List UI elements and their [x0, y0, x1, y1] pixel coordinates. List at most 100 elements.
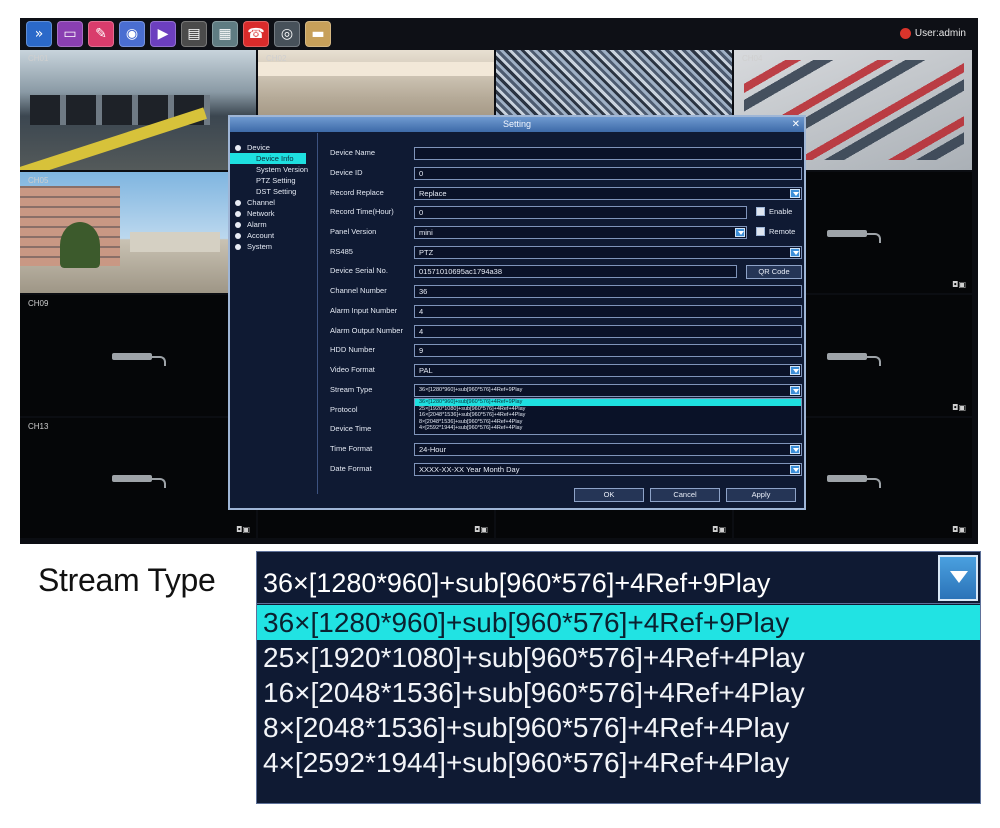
chevron-down-icon[interactable] — [790, 189, 800, 198]
channel-label: CH13 — [28, 422, 49, 431]
device-id-field[interactable]: 0 — [414, 167, 802, 180]
close-icon[interactable]: ✕ — [792, 117, 800, 132]
camera-cell[interactable]: ◘▣CH09 — [20, 295, 256, 416]
stream-type-callout-option[interactable]: 36×[1280*960]+sub[960*576]+4Ref+9Play — [257, 605, 980, 640]
video-format-select[interactable]: PAL — [414, 364, 802, 377]
stream-type-callout-options: 36×[1280*960]+sub[960*576]+4Ref+9Play 25×… — [257, 605, 980, 780]
record-status-icon: ◘▣ — [952, 403, 966, 412]
camera-icon[interactable]: ◎ — [274, 21, 300, 47]
record-status-icon: ◘▣ — [474, 525, 488, 534]
camera-cell[interactable]: CH05 — [20, 172, 256, 293]
ok-button[interactable]: OK — [574, 488, 644, 502]
time-format-select[interactable]: 24-Hour — [414, 443, 802, 456]
user-indicator[interactable]: User:admin — [899, 28, 966, 39]
setting-dialog: Setting ✕ Device Device Info System Versio… — [228, 115, 806, 510]
alarm-input-field[interactable]: 4 — [414, 305, 802, 318]
chevron-down-icon[interactable] — [790, 445, 800, 454]
tree-item[interactable]: DST Setting — [230, 186, 317, 197]
cancel-button[interactable]: Cancel — [650, 488, 720, 502]
record-time-field[interactable]: 0 — [414, 206, 747, 219]
device-id-label: Device ID — [330, 168, 363, 177]
row-device-id: Device ID 0 — [330, 167, 804, 181]
enable-checkbox[interactable]: Enable — [756, 207, 792, 216]
channel-number-field[interactable]: 36 — [414, 285, 802, 298]
tree-item[interactable]: Alarm — [230, 219, 317, 230]
screenshot-root: » ▭ ✎ ◉ ▶ ▤ ▦ ☎ ◎ ▬ User:admin CH01 CH02 CH04 CH05 ◘▣… — [0, 0, 1000, 828]
camera-cell[interactable]: ◘▣ CH13 — [20, 418, 256, 538]
chevron-down-icon[interactable] — [938, 555, 978, 601]
record-status-icon: ◘▣ — [236, 525, 250, 534]
tree-item[interactable]: System Version — [230, 164, 317, 175]
row-protocol: Protocol — [330, 404, 804, 418]
date-format-label: Date Format — [330, 464, 372, 473]
play-icon[interactable]: ▶ — [150, 21, 176, 47]
no-video-icon — [827, 471, 881, 488]
row-serial: Device Serial No. 01571010695ac1794a38 Q… — [330, 265, 804, 279]
disk-icon[interactable]: ◉ — [119, 21, 145, 47]
tree-item[interactable]: System — [230, 241, 317, 252]
row-date-format: Date Format XXXX-XX-XX Year Month Day — [330, 463, 804, 477]
stream-type-callout-option[interactable]: 25×[1920*1080]+sub[960*576]+4Ref+4Play — [257, 640, 980, 675]
chevron-down-icon[interactable] — [790, 386, 800, 395]
remote-label: Remote — [769, 227, 796, 236]
tree-item[interactable]: PTZ Setting — [230, 175, 317, 186]
stream-type-callout-select[interactable]: 36×[1280*960]+sub[960*576]+4Ref+9Play — [257, 552, 980, 604]
stream-type-callout-option[interactable]: 8×[2048*1536]+sub[960*576]+4Ref+4Play — [257, 710, 980, 745]
tree-item[interactable]: Device Info — [230, 153, 306, 164]
tv-icon[interactable]: ▭ — [57, 21, 83, 47]
channel-label: CH02 — [266, 54, 287, 63]
channel-label: CH09 — [28, 299, 49, 308]
folder-icon[interactable]: ▬ — [305, 21, 331, 47]
channel-label: CH04 — [742, 54, 763, 63]
row-hdd-number: HDD Number 9 — [330, 344, 804, 358]
stream-type-callout: 36×[1280*960]+sub[960*576]+4Ref+9Play 36… — [256, 551, 981, 804]
no-video-icon — [827, 349, 881, 366]
panel-version-value: mini — [419, 228, 433, 237]
no-video-icon — [827, 226, 881, 243]
enable-label: Enable — [769, 207, 793, 216]
stream-type-callout-option[interactable]: 16×[2048*1536]+sub[960*576]+4Ref+4Play — [257, 675, 980, 710]
date-format-select[interactable]: XXXX-XX-XX Year Month Day — [414, 463, 802, 476]
alarm-output-field[interactable]: 4 — [414, 325, 802, 338]
tree-item[interactable]: Network — [230, 208, 317, 219]
row-rs485: RS485 PTZ — [330, 246, 804, 260]
camera-cell[interactable]: CH01 — [20, 50, 256, 170]
chevron-down-icon[interactable] — [790, 465, 800, 474]
stream-type-callout-option[interactable]: 4×[2592*1944]+sub[960*576]+4Ref+4Play — [257, 745, 980, 780]
row-device-name: Device Name — [330, 147, 804, 161]
apply-button[interactable]: Apply — [726, 488, 796, 502]
panel-version-label: Panel Version — [330, 227, 377, 236]
settings-tree: Device Device Info System Version PTZ Setti… — [230, 133, 318, 494]
video-format-label: Video Format — [330, 365, 375, 374]
date-format-value: XXXX-XX-XX Year Month Day — [419, 465, 520, 474]
device-name-label: Device Name — [330, 148, 376, 157]
rs485-value: PTZ — [419, 248, 434, 257]
chevron-down-icon[interactable] — [735, 228, 745, 237]
backup-icon[interactable]: ▤ — [181, 21, 207, 47]
time-format-value: 24-Hour — [419, 445, 447, 454]
panel-version-select[interactable]: mini — [414, 226, 747, 239]
hdd-number-field[interactable]: 9 — [414, 344, 802, 357]
stream-type-select[interactable]: 36×[1280*960]+sub[960*576]+4Ref+9Play — [414, 384, 802, 397]
row-device-time: Device Time — [330, 423, 804, 437]
video-format-value: PAL — [419, 366, 433, 375]
stream-type-current-value: 36×[1280*960]+sub[960*576]+4Ref+9Play — [263, 568, 771, 598]
alarm-icon[interactable]: ☎ — [243, 21, 269, 47]
chevron-down-icon[interactable] — [790, 366, 800, 375]
storage-icon[interactable]: ▦ — [212, 21, 238, 47]
arrow-icon[interactable]: » — [26, 21, 52, 47]
row-channel-number: Channel Number 36 — [330, 285, 804, 299]
tree-item[interactable]: Channel — [230, 197, 317, 208]
serial-field[interactable]: 01571010695ac1794a38 — [414, 265, 737, 278]
config-icon[interactable]: ✎ — [88, 21, 114, 47]
chevron-down-icon[interactable] — [790, 248, 800, 257]
dvr-screen: » ▭ ✎ ◉ ▶ ▤ ▦ ☎ ◎ ▬ User:admin CH01 CH02 CH04 CH05 ◘▣… — [20, 18, 978, 544]
record-replace-select[interactable]: Replace — [414, 187, 802, 200]
channel-number-label: Channel Number — [330, 286, 387, 295]
tree-item[interactable]: Device — [230, 142, 317, 153]
device-name-field[interactable] — [414, 147, 802, 160]
remote-checkbox[interactable]: Remote — [756, 227, 795, 236]
rs485-select[interactable]: PTZ — [414, 246, 802, 259]
qr-code-button[interactable]: QR Code — [746, 265, 802, 279]
tree-item[interactable]: Account — [230, 230, 317, 241]
